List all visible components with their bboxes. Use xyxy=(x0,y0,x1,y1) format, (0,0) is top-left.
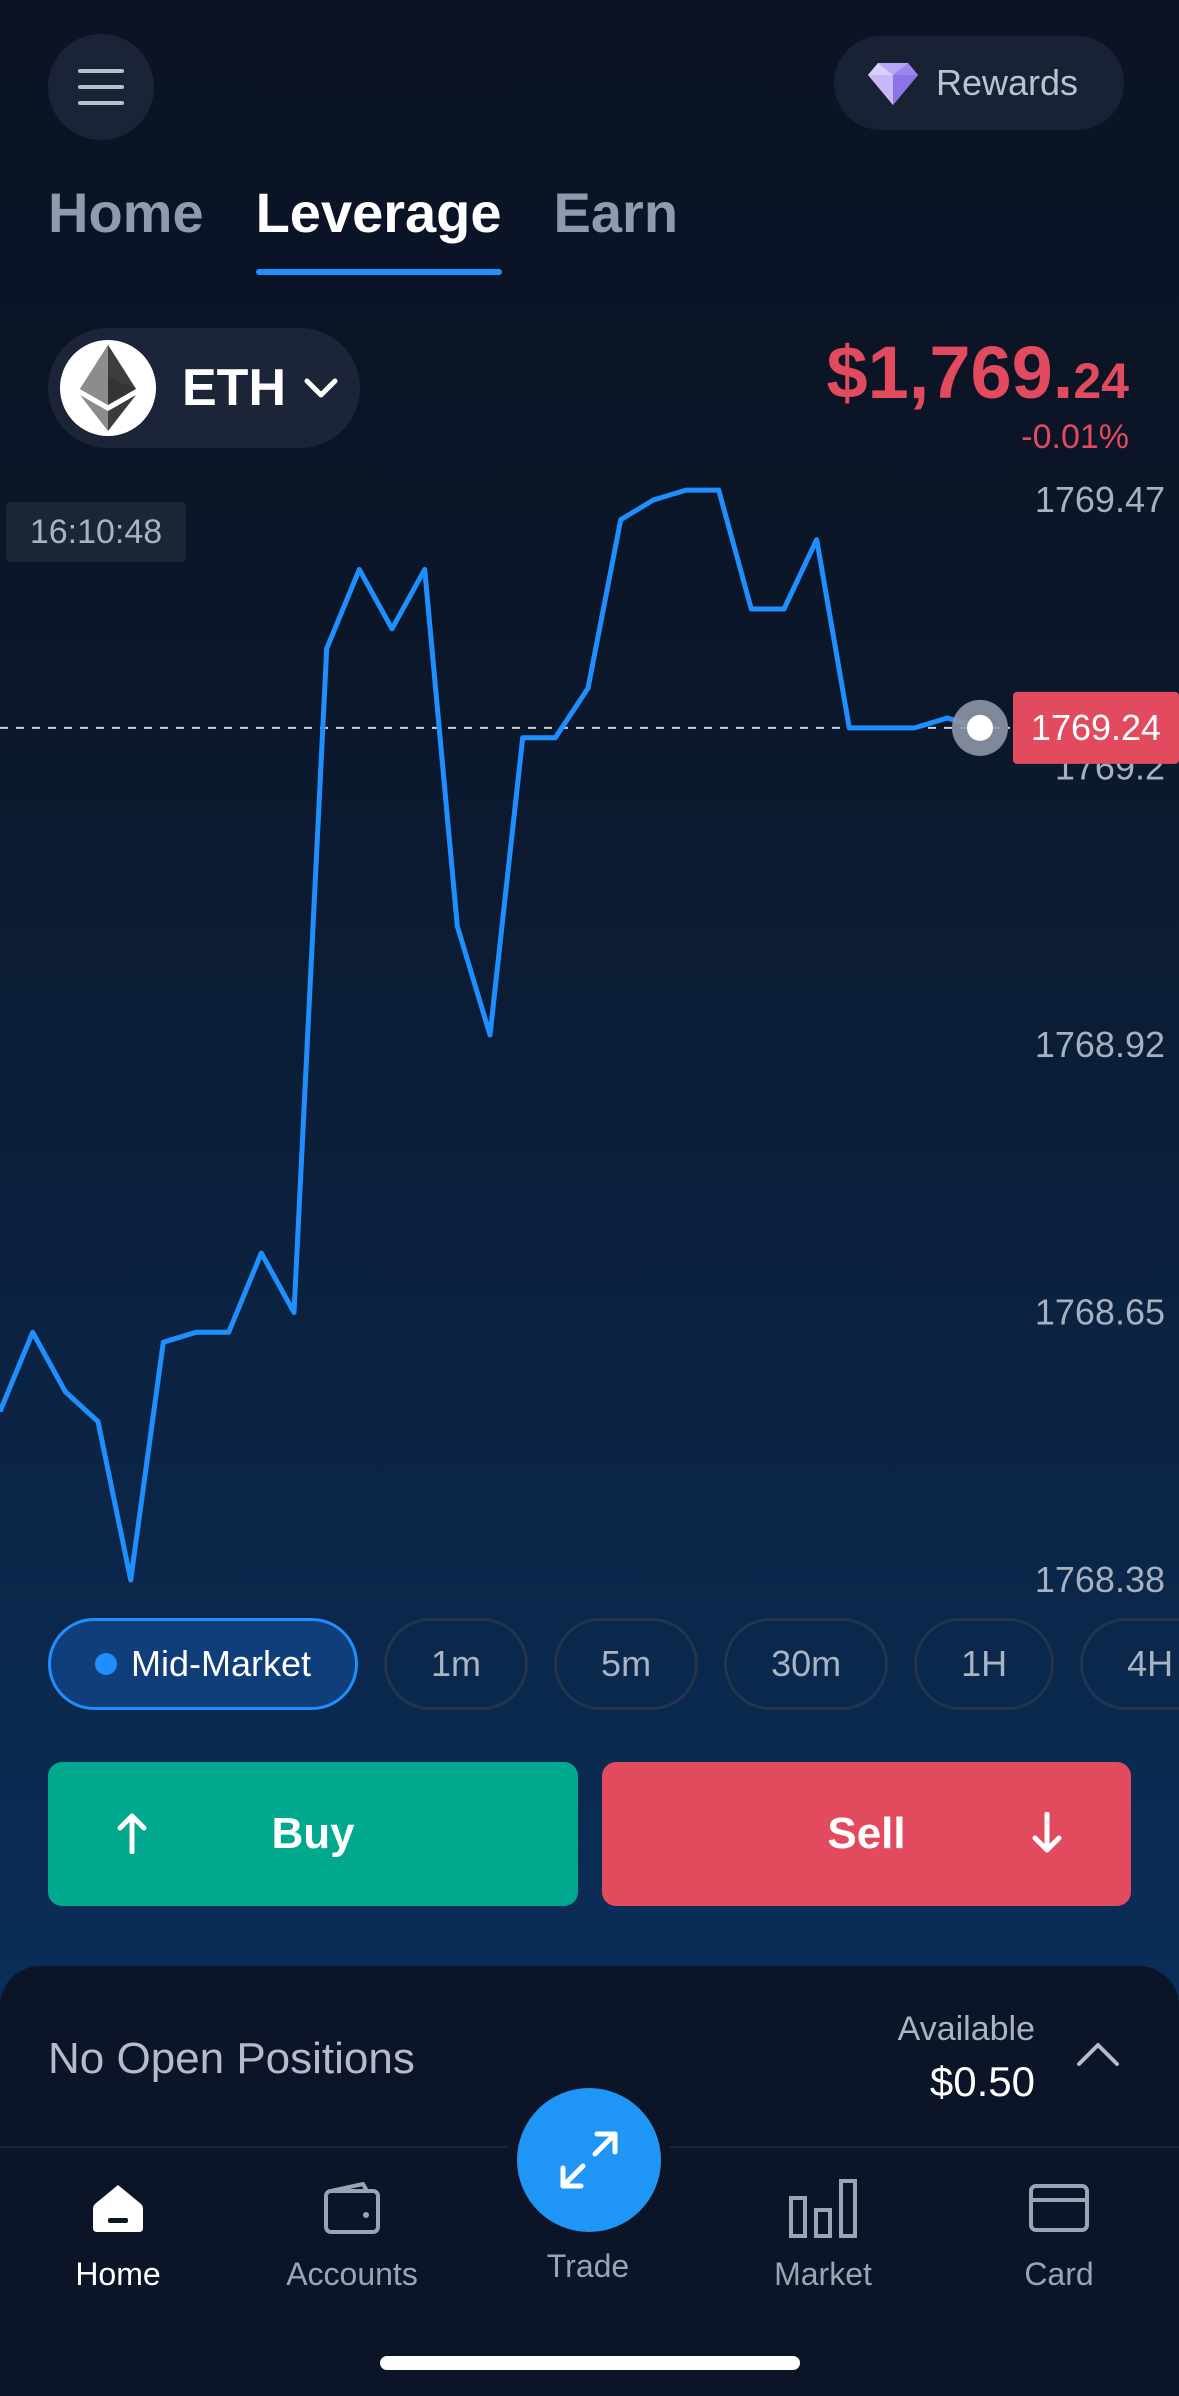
wallet-icon xyxy=(323,2170,381,2246)
buy-button[interactable]: Buy xyxy=(48,1762,578,1906)
price-cents: 24 xyxy=(1073,353,1129,409)
asset-symbol: ETH xyxy=(182,359,286,417)
nav-trade-label[interactable]: Trade xyxy=(498,2248,678,2285)
active-dot xyxy=(95,1653,117,1675)
range-mid-market[interactable]: Mid-Market xyxy=(48,1618,359,1710)
tab-earn[interactable]: Earn xyxy=(554,180,679,275)
price-line xyxy=(0,487,981,1583)
menu-button[interactable] xyxy=(48,34,154,140)
nav-card[interactable]: Card xyxy=(969,2170,1149,2293)
nav-market[interactable]: Market xyxy=(733,2170,913,2293)
rewards-button[interactable]: Rewards xyxy=(834,36,1124,130)
current-point xyxy=(967,714,993,741)
nav-label: Accounts xyxy=(286,2256,418,2292)
swap-arrows-icon xyxy=(560,2131,618,2189)
nav-label: Trade xyxy=(546,2248,630,2284)
nav-label: Market xyxy=(774,2256,872,2292)
range-5m[interactable]: 5m xyxy=(554,1618,699,1710)
available-balance: $0.50 xyxy=(929,2058,1035,2105)
nav-label: Home xyxy=(75,2256,161,2292)
bar-chart-icon xyxy=(788,2170,858,2246)
y-tick-label: 1768.92 xyxy=(1035,1024,1165,1065)
home-icon xyxy=(91,2170,145,2246)
positions-status: No Open Positions xyxy=(48,2034,415,2083)
sell-button[interactable]: Sell xyxy=(602,1762,1131,1906)
tab-home[interactable]: Home xyxy=(48,180,204,275)
range-1h[interactable]: 1H xyxy=(914,1618,1055,1710)
diamond-icon xyxy=(868,63,918,105)
nav-label: Card xyxy=(1024,2256,1094,2292)
trade-button[interactable] xyxy=(517,2088,661,2232)
range-30m[interactable]: 30m xyxy=(724,1618,889,1710)
price-change: -0.01% xyxy=(1021,418,1129,452)
arrow-down-icon xyxy=(1032,1812,1062,1853)
eth-logo-icon xyxy=(60,340,156,436)
available-label: Available xyxy=(897,2010,1035,2048)
y-tick-label: 1768.65 xyxy=(1035,1291,1165,1332)
price-main: $1,769. xyxy=(826,331,1074,414)
nav-home[interactable]: Home xyxy=(28,2170,208,2293)
chevron-up-icon[interactable] xyxy=(1075,2040,1121,2068)
nav-accounts[interactable]: Accounts xyxy=(262,2170,442,2293)
credit-card-icon xyxy=(1028,2170,1090,2246)
home-indicator xyxy=(380,2356,800,2370)
rewards-label: Rewards xyxy=(936,62,1079,103)
price-chart[interactable]: 1769.471769.21768.921768.651768.381769.2… xyxy=(0,480,1179,1620)
range-4h[interactable]: 4H xyxy=(1080,1618,1179,1710)
tab-leverage[interactable]: Leverage xyxy=(255,180,502,275)
range-label: Mid-Market xyxy=(131,1643,312,1684)
range-1m[interactable]: 1m xyxy=(384,1618,529,1710)
top-tabs: Home Leverage Earn xyxy=(48,180,678,275)
arrow-up-icon xyxy=(117,1813,147,1854)
leverage-screen: Rewards Home Leverage Earn ETH $1,769.24… xyxy=(0,0,1179,2396)
hamburger-icon xyxy=(78,69,124,105)
chevron-down-icon xyxy=(304,377,338,399)
time-range-selector: Mid-Market 1m 5m 30m 1H 4H xyxy=(48,1618,1179,1710)
asset-price: $1,769.24 xyxy=(826,330,1129,415)
chart-timestamp: 16:10:48 xyxy=(6,502,186,562)
y-tick-label: 1769.47 xyxy=(1035,480,1165,520)
current-price-badge-label: 1769.24 xyxy=(1031,707,1161,748)
y-tick-label: 1768.38 xyxy=(1035,1559,1165,1600)
asset-selector[interactable]: ETH xyxy=(48,328,360,448)
